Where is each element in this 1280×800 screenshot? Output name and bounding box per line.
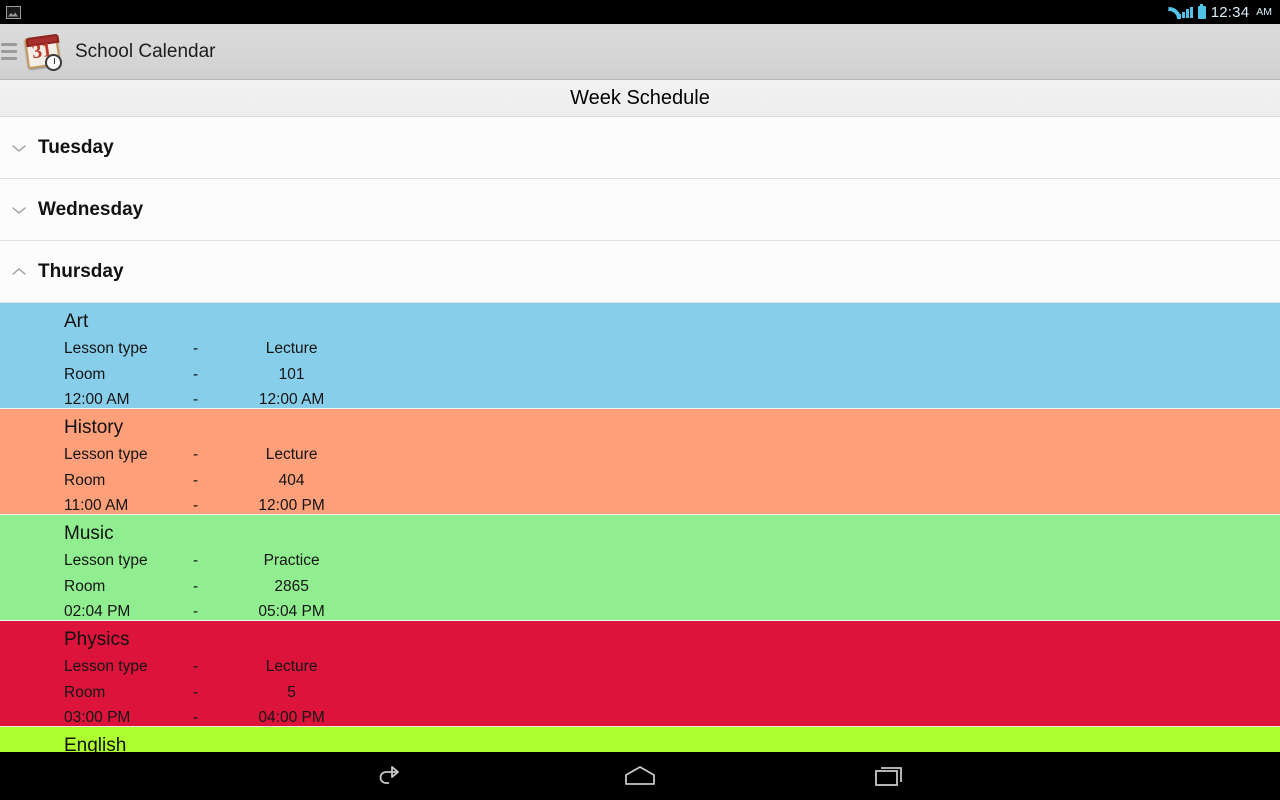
lesson-subject: History — [64, 417, 124, 438]
lesson-detail-row: Lesson type - Practice — [64, 548, 340, 574]
lesson-subject: Music — [64, 523, 114, 544]
lesson-detail-row: 12:00 AM - 12:00 AM — [64, 387, 340, 408]
lesson-detail-separator: - — [193, 471, 199, 489]
lesson-detail-value: 05:04 PM — [258, 603, 325, 620]
status-bar: 12:34 AM — [0, 0, 1280, 24]
lesson-detail-value: 101 — [278, 365, 305, 383]
battery-icon — [1197, 3, 1206, 19]
lesson-detail-label: Room — [64, 471, 106, 489]
chevron-down-icon[interactable] — [0, 205, 38, 215]
day-group-header-wednesday[interactable]: Wednesday — [0, 179, 1280, 241]
lesson-detail-value: Lecture — [265, 658, 318, 675]
lesson-detail-separator: - — [193, 683, 199, 701]
lesson-detail-label: 12:00 AM — [64, 391, 130, 408]
chevron-up-icon[interactable] — [0, 267, 38, 277]
lesson-details: Lesson type - Lecture Room - 404 11:00 AM - 12:0… — [64, 442, 340, 514]
app-title-bar: 31 School Calendar — [0, 24, 1280, 80]
lesson-detail-separator: - — [193, 603, 199, 620]
lesson-detail-separator: - — [193, 365, 199, 383]
week-schedule-header: Week Schedule — [0, 80, 1280, 117]
hamburger-menu-icon[interactable] — [1, 43, 17, 60]
lesson-detail-label: Lesson type — [64, 658, 148, 675]
lesson-detail-row: Room - 101 — [64, 362, 340, 388]
lesson-detail-separator: - — [193, 552, 199, 569]
photo-icon — [6, 5, 21, 19]
lesson-details: Lesson type - Lecture Room - 5 03:00 PM - 04:00 … — [64, 654, 340, 726]
status-bar-clock: 12:34 — [1210, 3, 1250, 21]
lesson-detail-value: 12:00 PM — [258, 497, 325, 514]
lesson-detail-value: 404 — [278, 471, 305, 489]
page-title: School Calendar — [75, 40, 216, 62]
status-bar-clock-ampm: AM — [1256, 6, 1272, 18]
lesson-detail-label: Room — [64, 683, 106, 701]
home-icon[interactable] — [620, 759, 660, 793]
chevron-down-icon[interactable] — [0, 143, 38, 153]
lesson-detail-row: 02:04 PM - 05:04 PM — [64, 599, 340, 620]
lesson-detail-row: 03:00 PM - 04:00 PM — [64, 705, 340, 726]
lesson-detail-value: Lecture — [265, 340, 318, 357]
wifi-icon — [1157, 6, 1173, 19]
lesson-detail-label: Room — [64, 365, 106, 383]
lesson-detail-separator: - — [193, 709, 199, 726]
calendar-clock-icon[interactable]: 31 — [23, 32, 63, 72]
lesson-details: Lesson type - Lecture Room -101 12:00 AM -12:0… — [64, 336, 340, 408]
lesson-detail-separator: - — [193, 446, 199, 463]
lesson-detail-label: Lesson type — [64, 340, 148, 357]
lesson-detail-separator: - — [193, 658, 199, 675]
lesson-subject: Physics — [64, 629, 130, 650]
lesson-detail-separator: - — [193, 340, 199, 357]
lesson-detail-row: Lesson type - Lecture — [64, 442, 340, 468]
lesson-detail-separator: - — [193, 391, 199, 408]
schedule-list[interactable]: Tuesday Wednesday Thursday Art Lesson type - L… — [0, 117, 1280, 800]
lesson-detail-value: 5 — [287, 683, 296, 701]
lesson-detail-value: 12:00 AM — [258, 391, 325, 408]
lesson-detail-separator: - — [193, 497, 199, 514]
lesson-detail-row: Lesson type - Lecture — [64, 654, 340, 680]
lesson-detail-label: 03:00 PM — [64, 709, 131, 726]
lesson-detail-value: 04:00 PM — [258, 709, 325, 726]
android-navigation-bar — [0, 752, 1280, 800]
lesson-detail-value: 2865 — [274, 577, 309, 595]
lesson-detail-label: Lesson type — [64, 446, 148, 463]
android-screen: 12:34 AM 31 School Calendar Week Schedul… — [0, 0, 1280, 800]
lesson-details: Lesson type - Practice Room - 2865 02:04 PM - 05… — [64, 548, 340, 620]
week-schedule-title: Week Schedule — [570, 86, 710, 109]
lesson-card[interactable]: Physics Lesson type - Lecture Room - 5 03:00 PM… — [0, 621, 1280, 727]
lesson-detail-separator: - — [193, 577, 199, 595]
status-bar-notifications — [6, 5, 21, 19]
status-bar-system-icons[interactable]: 12:34 AM — [1157, 3, 1272, 21]
lesson-detail-row: 11:00 AM - 12:00 PM — [64, 493, 340, 514]
lesson-detail-value: Lecture — [265, 446, 318, 463]
lesson-detail-value: Practice — [263, 552, 320, 569]
lesson-card[interactable]: Music Lesson type - Practice Room - 2865 02:04 … — [0, 515, 1280, 621]
day-group-label: Wednesday — [38, 198, 144, 220]
lesson-detail-label: Room — [64, 577, 106, 595]
lesson-card[interactable]: History Lesson type - Lecture Room - 404 11:00 … — [0, 409, 1280, 515]
lesson-subject: Art — [64, 311, 89, 332]
lesson-detail-row: Room - 404 — [64, 468, 340, 494]
lesson-detail-label: 02:04 PM — [64, 603, 131, 620]
recent-apps-icon[interactable] — [870, 759, 910, 793]
lesson-detail-row: Room - 2865 — [64, 574, 340, 600]
lesson-card[interactable]: Art Lesson type - Lecture Room -101 12:00 AM -1… — [0, 303, 1280, 409]
clock-overlay-icon — [45, 53, 62, 71]
day-group-header-thursday[interactable]: Thursday — [0, 241, 1280, 303]
lesson-detail-label: Lesson type — [64, 552, 148, 569]
back-icon[interactable] — [370, 759, 410, 793]
lesson-detail-label: 11:00 AM — [64, 497, 129, 514]
lesson-detail-row: Lesson type - Lecture — [64, 336, 340, 362]
lesson-detail-row: Room - 5 — [64, 680, 340, 706]
day-group-label: Thursday — [38, 260, 124, 282]
day-group-header-tuesday[interactable]: Tuesday — [0, 117, 1280, 179]
day-group-label: Tuesday — [38, 136, 114, 158]
